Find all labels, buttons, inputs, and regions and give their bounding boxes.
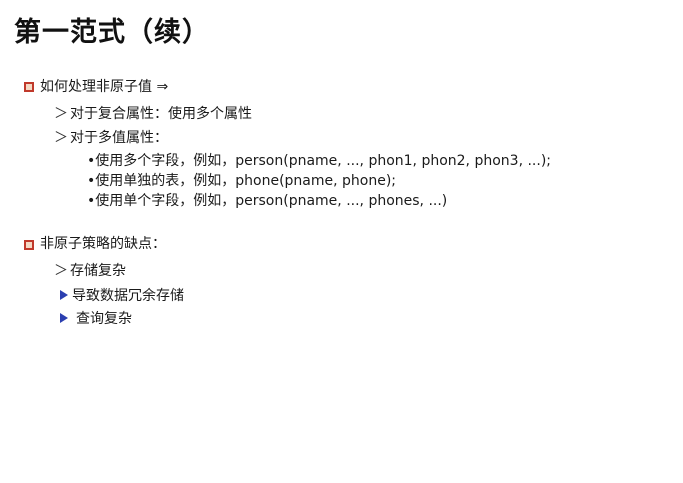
arrow-item-redundancy: 导致数据冗余存储 xyxy=(60,285,184,305)
section1-heading: 如何处理非原子值 ⇒ xyxy=(40,79,169,95)
arrow-bullet-icon xyxy=(60,313,68,323)
arrow-bullet-icon xyxy=(60,290,68,300)
square-bullet-icon xyxy=(24,82,34,92)
item-text: 对于复合属性：使用多个属性 xyxy=(70,106,252,122)
slide: 第一范式（续） 如何处理非原子值 ⇒ ＞对于复合属性：使用多个属性 ＞对于多值属… xyxy=(0,0,683,483)
section2-heading: 非原子策略的缺点： xyxy=(40,236,166,252)
item-text: 对于多值属性： xyxy=(70,130,168,146)
slide-title: 第一范式（续） xyxy=(14,17,210,48)
section1-item-composite: ＞对于复合属性：使用多个属性 xyxy=(54,103,252,123)
item-text: 查询复杂 xyxy=(76,311,132,327)
subitem-separate-table: •使用单独的表，例如，phone(pname, phone); xyxy=(87,173,397,189)
arrow-item-query: 查询复杂 xyxy=(60,308,132,328)
subitem-multiple-fields: •使用多个字段，例如，person(pname, ..., phon1, pho… xyxy=(87,153,551,169)
gt-bullet-icon: ＞ xyxy=(54,263,68,279)
gt-bullet-icon: ＞ xyxy=(54,106,68,122)
gt-bullet-icon: ＞ xyxy=(54,130,68,146)
section1-item-multivalued: ＞对于多值属性： xyxy=(54,127,168,147)
item-text: 导致数据冗余存储 xyxy=(72,288,184,304)
subitem-single-field: •使用单个字段，例如，person(pname, ..., phones, ..… xyxy=(87,193,448,209)
item-text: 存储复杂 xyxy=(70,263,126,279)
square-bullet-icon xyxy=(24,240,34,250)
section2-item-storage: ＞存储复杂 xyxy=(54,260,126,280)
